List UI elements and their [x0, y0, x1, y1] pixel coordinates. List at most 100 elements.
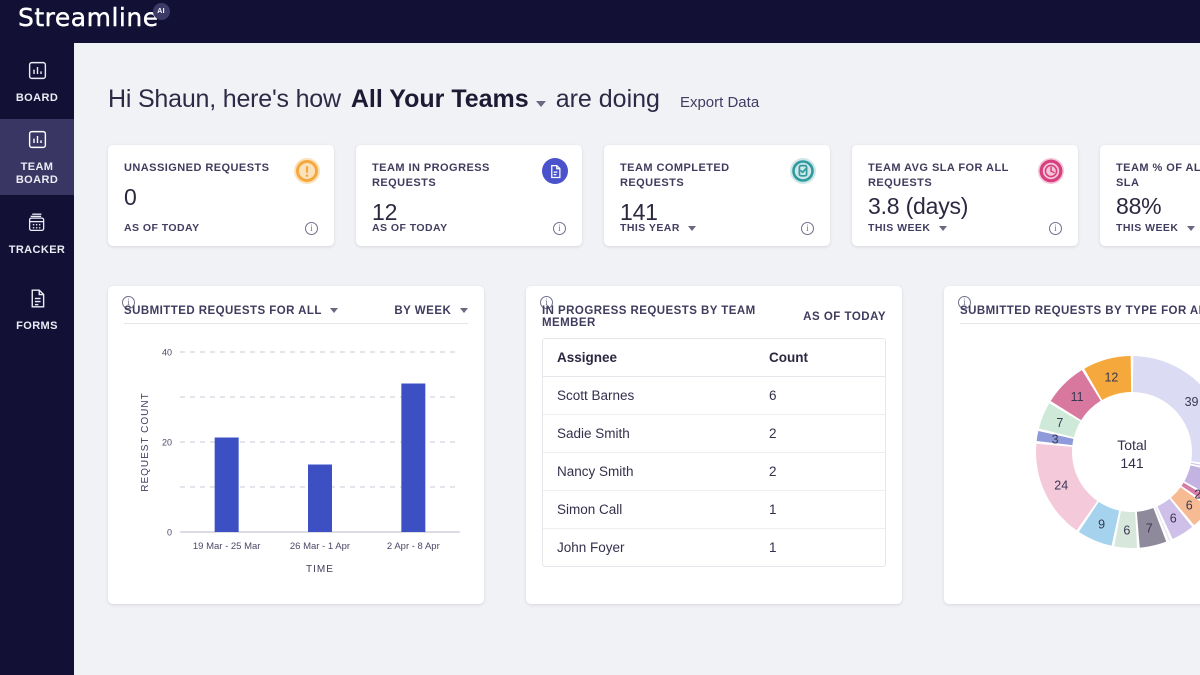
donut-slice-label: 7 — [1056, 416, 1063, 430]
kpi-footer-label: THIS WEEK — [868, 222, 931, 234]
kpi-footer[interactable]: THIS YEAR — [620, 222, 697, 234]
panel-title-label: SUBMITTED REQUESTS FOR ALL — [124, 305, 322, 317]
sidebar-item-forms-label: FORMS — [16, 319, 58, 332]
table-row[interactable]: Sadie Smith 2 — [543, 414, 885, 453]
cell-count: 2 — [755, 414, 885, 453]
donut-center-value: 141 — [1120, 455, 1144, 471]
sidebar-item-tracker-label: TRACKER — [8, 243, 66, 256]
chevron-down-icon[interactable] — [460, 308, 468, 314]
x-axis-title: TIME — [306, 564, 334, 575]
kpi-title-label: TEAM % OF ALL WITHIN SLA — [1116, 162, 1200, 189]
kpi-title[interactable]: TEAM % OF ALL WITHIN SLA — [1116, 161, 1200, 191]
bar-chart-svg: 0 20 40 19 Mar - 25 Mar 26 Mar - 1 Apr 2 Apr … — [140, 348, 460, 575]
kpi-footer-label: THIS YEAR — [620, 222, 680, 234]
export-data-link[interactable]: Export Data — [680, 94, 759, 111]
panel-title: IN PROGRESS REQUESTS BY TEAM MEMBER — [542, 305, 756, 329]
y-axis-title: REQUEST COUNT — [140, 392, 151, 492]
greeting-tail-text: are doing — [555, 85, 660, 113]
tracker-grid-icon — [27, 212, 48, 238]
top-bar: Streamline AI — [0, 0, 1200, 43]
kpi-card-team-pct-within-sla[interactable]: TEAM % OF ALL WITHIN SLA 88% THIS WEEK i — [1100, 145, 1200, 246]
brand-ai-badge: AI — [152, 3, 170, 20]
donut-slice-label: 6 — [1170, 512, 1177, 526]
chevron-down-icon[interactable] — [1186, 225, 1195, 231]
donut-slice-label: 3 — [1052, 433, 1059, 447]
kpi-title[interactable]: TEAM AVG SLA FOR ALL REQUESTS — [868, 161, 1018, 191]
panel-submitted-requests-bar-chart: i SUBMITTED REQUESTS FOR ALL BY WEEK 0 20… — [108, 286, 484, 604]
board-chart-icon — [27, 60, 48, 86]
donut-slice-label: 24 — [1054, 478, 1068, 492]
x-tick-label: 19 Mar - 25 Mar — [193, 541, 261, 552]
panel-title[interactable]: SUBMITTED REQUESTS FOR ALL — [124, 305, 339, 317]
kpi-title-label: TEAM AVG SLA FOR ALL REQUESTS — [868, 162, 1009, 189]
team-selector-label[interactable]: All Your Teams — [351, 85, 529, 114]
kpi-card-team-completed-requests[interactable]: TEAM COMPLETED REQUESTS 141 THIS YEAR i — [604, 145, 830, 246]
chevron-down-icon[interactable] — [938, 225, 947, 231]
column-header-count[interactable]: Count — [755, 339, 885, 377]
kpi-card-team-in-progress-requests[interactable]: TEAM IN PROGRESS REQUESTS 12 AS OF TODAY… — [356, 145, 582, 246]
panel-title[interactable]: SUBMITTED REQUESTS BY TYPE FOR ALL — [960, 305, 1200, 317]
kpi-footer[interactable]: THIS WEEK — [868, 222, 947, 234]
sidebar-item-forms[interactable]: FORMS — [0, 271, 74, 347]
info-icon[interactable]: i — [553, 222, 566, 235]
panel-submitted-by-type-donut: i SUBMITTED REQUESTS BY TYPE FOR ALL 397… — [944, 286, 1200, 604]
sidebar-item-team-board-label: TEAM BOARD — [15, 161, 59, 186]
kpi-title: TEAM COMPLETED REQUESTS — [620, 162, 730, 189]
panel-in-progress-by-team-member: i IN PROGRESS REQUESTS BY TEAM MEMBER AS… — [526, 286, 902, 604]
sidebar-item-tracker[interactable]: TRACKER — [0, 195, 74, 271]
kpi-title: TEAM IN PROGRESS REQUESTS — [372, 162, 490, 189]
sidebar-item-team-board[interactable]: TEAM BOARD — [0, 119, 74, 195]
column-header-assignee[interactable]: Assignee — [543, 339, 756, 377]
panel-header: SUBMITTED REQUESTS BY TYPE FOR ALL — [944, 286, 1200, 317]
kpi-footer: AS OF TODAY — [124, 222, 200, 234]
info-icon[interactable]: i — [305, 222, 318, 235]
alert-exclamation-icon — [294, 158, 320, 184]
x-tick-label: 26 Mar - 1 Apr — [290, 541, 350, 552]
cell-count: 1 — [769, 540, 777, 555]
kpi-title: UNASSIGNED REQUESTS — [124, 162, 270, 174]
panel-header: SUBMITTED REQUESTS FOR ALL BY WEEK — [108, 286, 484, 317]
table-row[interactable]: Simon Call 1 — [543, 490, 885, 529]
kpi-card-row: UNASSIGNED REQUESTS 0 AS OF TODAY i TEAM… — [74, 114, 1200, 246]
as-of-today-label: AS OF TODAY — [803, 311, 886, 323]
donut-slice-label: 39 — [1185, 395, 1199, 409]
kpi-footer[interactable]: THIS WEEK — [1116, 222, 1195, 234]
main-content: Hi Shaun, here's how All Your Teams are … — [74, 43, 1200, 675]
panel-title-label: SUBMITTED REQUESTS BY TYPE FOR ALL — [960, 305, 1200, 317]
cell-count: 1 — [755, 490, 885, 529]
donut-slice-label: 12 — [1104, 370, 1118, 384]
table-body: Scott Barnes 6 Sadie Smith 2 Nancy Smith 2 Sim… — [543, 376, 885, 567]
table-row[interactable]: John Foyer 1 — [543, 529, 885, 567]
y-tick-label: 20 — [162, 438, 172, 448]
donut-chart: 39726676924371112Total141 — [944, 324, 1200, 595]
info-icon[interactable]: i — [801, 222, 814, 235]
donut-chart-svg: 39726676924371112Total141 — [1036, 356, 1200, 548]
info-icon[interactable]: i — [1049, 222, 1062, 235]
brand-logo[interactable]: Streamline AI — [18, 2, 170, 34]
team-member-table: Assignee Count Scott Barnes 6 Sadie Smith 2… — [543, 339, 885, 566]
sidebar-item-board[interactable]: BOARD — [0, 43, 74, 119]
document-lines-icon — [542, 158, 568, 184]
panel-row: i SUBMITTED REQUESTS FOR ALL BY WEEK 0 20… — [74, 246, 1200, 604]
cell-assignee: Simon Call — [543, 490, 756, 529]
y-tick-label: 0 — [167, 528, 172, 538]
clipboard-check-icon — [790, 158, 816, 184]
kpi-value: 88% — [1116, 193, 1162, 219]
table-row[interactable]: Scott Barnes 6 — [543, 376, 885, 415]
brand-name: Streamline — [18, 3, 159, 32]
kpi-card-unassigned-requests[interactable]: UNASSIGNED REQUESTS 0 AS OF TODAY i — [108, 145, 334, 246]
by-week-selector[interactable]: BY WEEK — [394, 305, 468, 317]
donut-slice-label: 6 — [1123, 523, 1130, 537]
donut-slice-label: 9 — [1098, 517, 1105, 531]
app-root: Streamline AI BOARD TEAM BOARD TRACKER F… — [0, 0, 1200, 675]
donut-center-label: Total — [1117, 437, 1147, 453]
table-header-row: Assignee Count — [543, 339, 885, 377]
chevron-down-icon[interactable] — [535, 101, 546, 107]
donut-slice-label: 6 — [1186, 498, 1193, 512]
greeting-text: Hi Shaun, here's how — [108, 85, 341, 113]
table-row[interactable]: Nancy Smith 2 — [543, 452, 885, 491]
chevron-down-icon[interactable] — [688, 225, 697, 231]
kpi-card-team-avg-sla[interactable]: TEAM AVG SLA FOR ALL REQUESTS 3.8 (days)… — [852, 145, 1078, 246]
chevron-down-icon[interactable] — [330, 308, 339, 314]
y-tick-label: 40 — [162, 348, 172, 358]
